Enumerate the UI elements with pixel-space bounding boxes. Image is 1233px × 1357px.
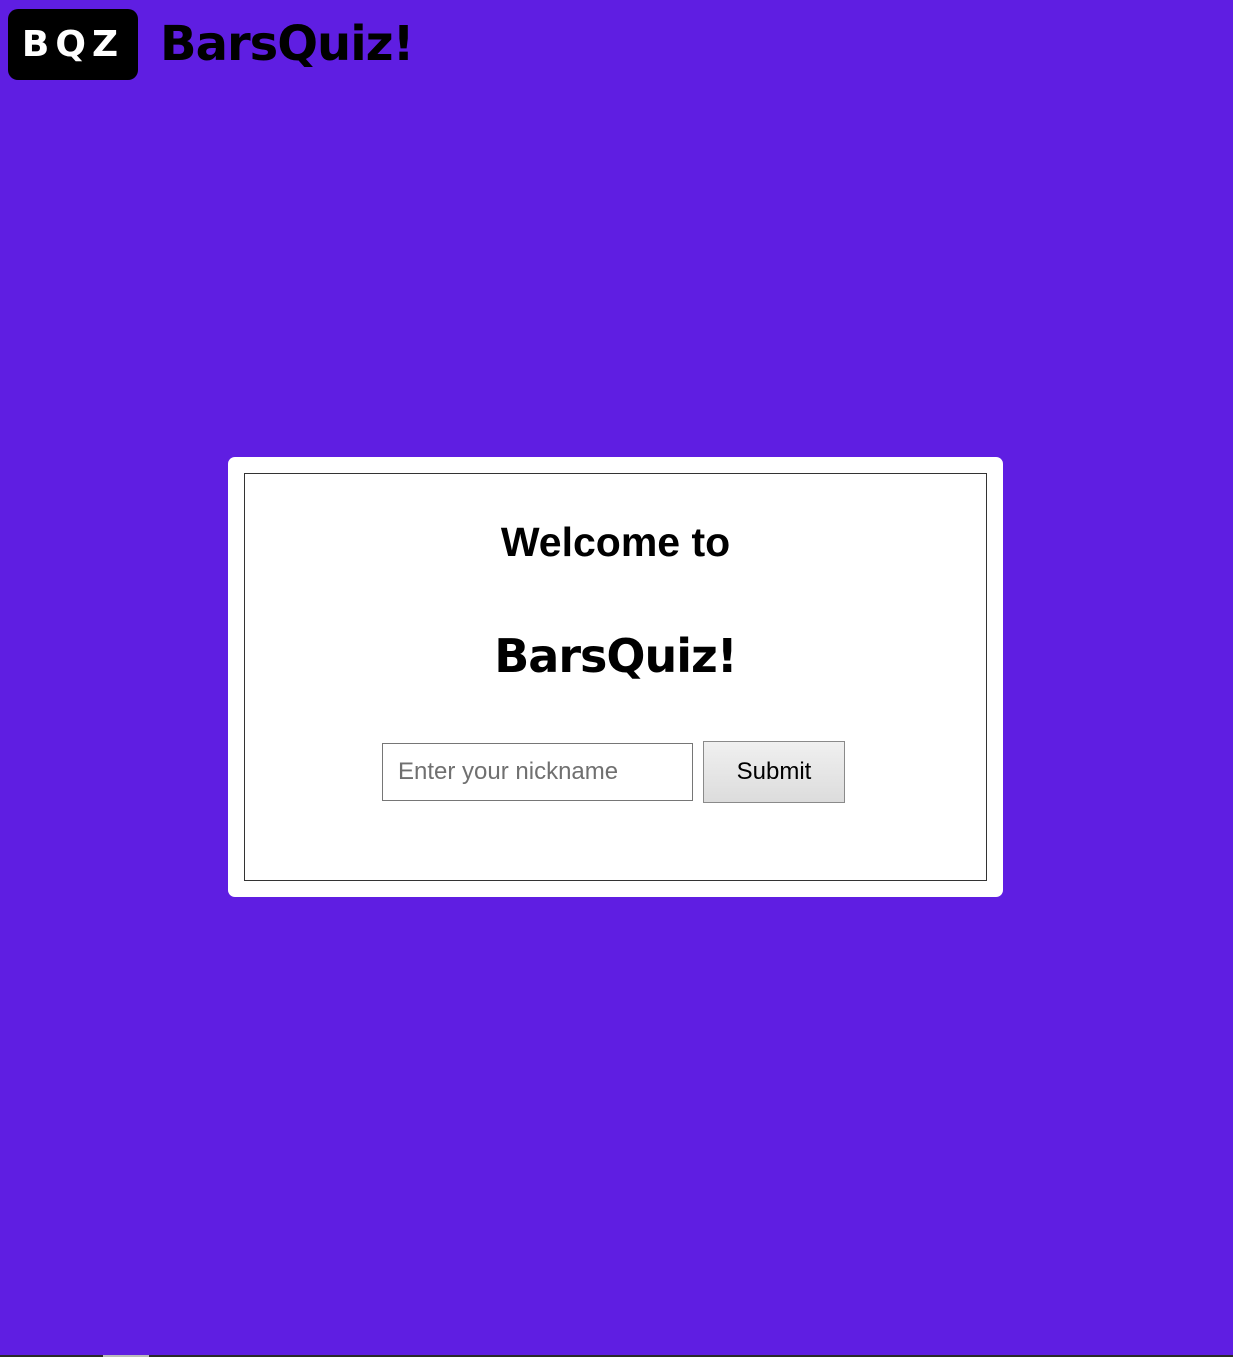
nickname-input[interactable] <box>382 743 693 801</box>
header: BQZ BarsQuiz! <box>0 0 1233 90</box>
welcome-card: Welcome to BarsQuiz! Submit <box>228 457 1003 897</box>
brand-logo[interactable]: BarsQuiz! <box>160 16 414 72</box>
card-brand-logo: BarsQuiz! <box>494 629 738 683</box>
welcome-card-inner: Welcome to BarsQuiz! Submit <box>244 473 987 881</box>
logo-badge[interactable]: BQZ <box>8 9 138 80</box>
welcome-heading: Welcome to <box>500 519 731 565</box>
submit-button[interactable]: Submit <box>703 741 845 803</box>
